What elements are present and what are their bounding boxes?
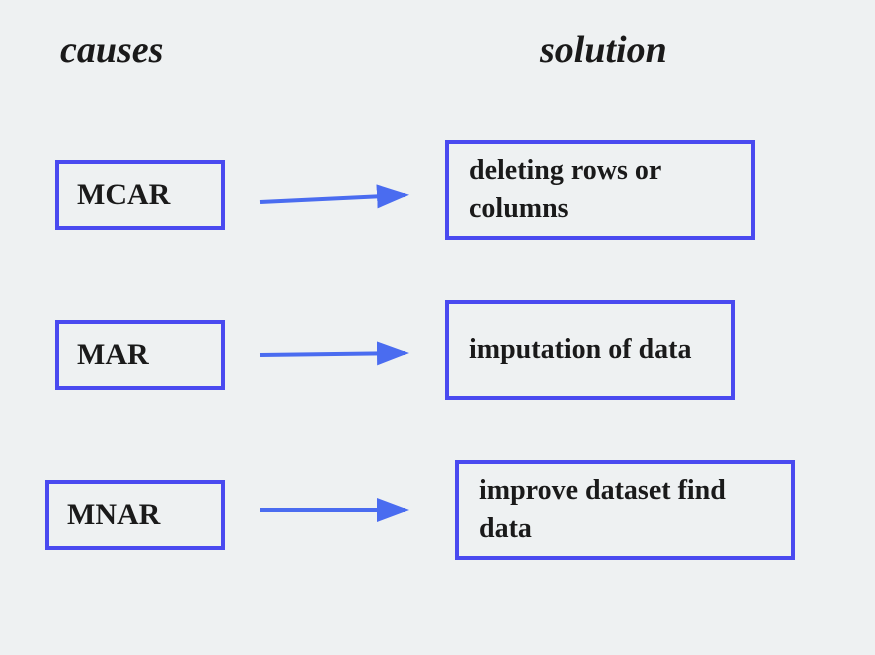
header-causes: causes <box>60 28 163 72</box>
arrow-icon <box>255 180 425 220</box>
cause-box-mnar: MNAR <box>45 480 225 550</box>
solution-box-mnar: improve dataset find data <box>455 460 795 560</box>
solution-box-mar: imputation of data <box>445 300 735 400</box>
cause-box-mar: MAR <box>55 320 225 390</box>
header-solution: solution <box>540 28 667 72</box>
cause-box-mcar: MCAR <box>55 160 225 230</box>
arrow-icon <box>255 335 425 375</box>
solution-box-mcar: deleting rows or columns <box>445 140 755 240</box>
arrow-icon <box>255 490 425 530</box>
